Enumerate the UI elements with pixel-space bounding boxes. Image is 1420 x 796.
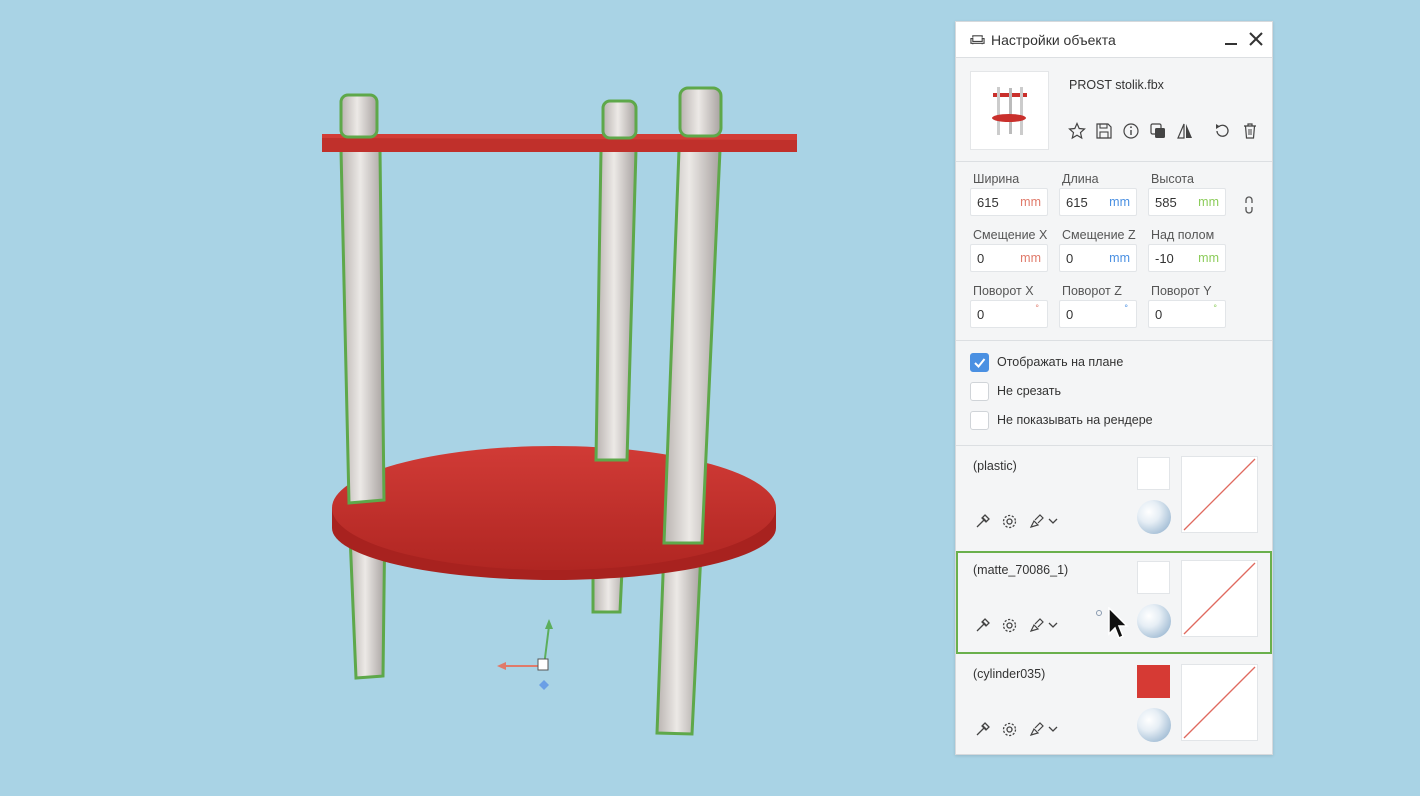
- mirror-icon[interactable]: [1176, 122, 1194, 140]
- material-name: (plastic): [973, 459, 1017, 473]
- offset-x-value: 0: [977, 251, 985, 266]
- lower-shelf: [332, 446, 776, 580]
- height-label: Высота: [1151, 172, 1194, 186]
- rotation-z-unit: °: [1124, 303, 1128, 313]
- rotation-z-label: Поворот Z: [1062, 284, 1122, 298]
- material-name: (cylinder035): [973, 667, 1046, 681]
- height-field[interactable]: 585 mm: [1148, 188, 1226, 216]
- rotation-y-value: 0: [1155, 307, 1163, 322]
- check-icon: [974, 358, 986, 368]
- paint-brush-icon[interactable]: [1028, 513, 1045, 530]
- rotation-z-value: 0: [1066, 307, 1074, 322]
- length-field[interactable]: 615 mm: [1059, 188, 1137, 216]
- rotation-x-field[interactable]: 0 °: [970, 300, 1048, 328]
- material-texture-slot[interactable]: [1181, 664, 1258, 741]
- eyedropper-icon[interactable]: [974, 721, 991, 738]
- floor-offset-value: -10: [1155, 251, 1174, 266]
- width-field[interactable]: 615 mm: [970, 188, 1048, 216]
- offset-x-label: Смещение X: [973, 228, 1048, 242]
- paint-brush-icon[interactable]: [1028, 721, 1045, 738]
- no-cut-checkbox[interactable]: [970, 382, 989, 401]
- no-cut-label[interactable]: Не срезать: [997, 384, 1061, 398]
- height-unit: mm: [1198, 195, 1219, 209]
- paint-brush-icon[interactable]: [1028, 617, 1045, 634]
- gear-icon[interactable]: [1001, 513, 1018, 530]
- hide-on-render-checkbox[interactable]: [970, 411, 989, 430]
- material-color-swatch[interactable]: [1137, 665, 1170, 698]
- offset-z-unit: mm: [1109, 251, 1130, 265]
- minimize-icon[interactable]: [1222, 30, 1240, 48]
- dimensions-section: Ширина 615 mm Длина 615 mm Высота 585 mm…: [956, 162, 1272, 341]
- chevron-down-icon[interactable]: [1048, 517, 1058, 525]
- panel-title: Настройки объекта: [991, 31, 1116, 48]
- rotation-z-field[interactable]: 0 °: [1059, 300, 1137, 328]
- reset-icon[interactable]: [1213, 122, 1231, 140]
- offset-z-field[interactable]: 0 mm: [1059, 244, 1137, 272]
- hide-on-render-label[interactable]: Не показывать на рендере: [997, 413, 1153, 427]
- offset-z-value: 0: [1066, 251, 1074, 266]
- material-texture-slot[interactable]: [1181, 560, 1258, 637]
- mouse-cursor-icon: [1108, 607, 1129, 640]
- width-label: Ширина: [973, 172, 1020, 186]
- offset-z-label: Смещение Z: [1062, 228, 1136, 242]
- eyedropper-icon[interactable]: [974, 617, 991, 634]
- material-color-swatch[interactable]: [1137, 561, 1170, 594]
- model-thumbnail: [970, 71, 1049, 150]
- gear-icon[interactable]: [1001, 721, 1018, 738]
- rotation-y-field[interactable]: 0 °: [1148, 300, 1226, 328]
- show-on-plan-label[interactable]: Отображать на плане: [997, 355, 1123, 369]
- material-sphere-preview[interactable]: [1137, 604, 1171, 638]
- length-label: Длина: [1062, 172, 1099, 186]
- top-board: [322, 134, 797, 152]
- options-section: Отображать на плане Не срезать Не показы…: [956, 341, 1272, 446]
- offset-x-field[interactable]: 0 mm: [970, 244, 1048, 272]
- material-sphere-preview[interactable]: [1137, 708, 1171, 742]
- rotation-x-value: 0: [977, 307, 985, 322]
- duplicate-icon[interactable]: [1149, 122, 1167, 140]
- file-block: PROST stolik.fbx: [956, 58, 1272, 162]
- info-icon[interactable]: [1122, 122, 1140, 140]
- proportion-lock-icon[interactable]: [1243, 196, 1255, 214]
- rotation-y-unit: °: [1213, 303, 1217, 313]
- width-value: 615: [977, 195, 999, 210]
- eyedropper-icon[interactable]: [974, 513, 991, 530]
- close-icon[interactable]: [1247, 30, 1265, 48]
- offset-x-unit: mm: [1020, 251, 1041, 265]
- object-settings-panel: Настройки объекта PROST stolik.fbx Ширин…: [955, 21, 1273, 755]
- floor-offset-label: Над полом: [1151, 228, 1215, 242]
- floor-offset-unit: mm: [1198, 251, 1219, 265]
- save-icon[interactable]: [1095, 122, 1113, 140]
- chevron-down-icon[interactable]: [1048, 725, 1058, 733]
- file-name: PROST stolik.fbx: [1069, 78, 1164, 92]
- rotation-y-label: Поворот Y: [1151, 284, 1212, 298]
- material-row[interactable]: (cylinder035): [956, 655, 1272, 758]
- show-on-plan-checkbox[interactable]: [970, 353, 989, 372]
- material-name: (matte_70086_1): [973, 563, 1069, 577]
- leg-caps: [339, 86, 723, 140]
- rotation-x-label: Поворот X: [973, 284, 1034, 298]
- delete-icon[interactable]: [1241, 122, 1259, 140]
- height-value: 585: [1155, 195, 1177, 210]
- length-unit: mm: [1109, 195, 1130, 209]
- table-model[interactable]: [0, 0, 950, 796]
- material-color-swatch[interactable]: [1137, 457, 1170, 490]
- floor-offset-field[interactable]: -10 mm: [1148, 244, 1226, 272]
- gear-icon[interactable]: [1001, 617, 1018, 634]
- hover-dot: [1096, 610, 1102, 616]
- chevron-down-icon[interactable]: [1048, 621, 1058, 629]
- transform-gizmo[interactable]: [497, 619, 553, 690]
- panel-header: Настройки объекта: [956, 22, 1272, 58]
- sofa-icon: [970, 35, 985, 45]
- material-texture-slot[interactable]: [1181, 456, 1258, 533]
- material-row[interactable]: (plastic): [956, 447, 1272, 550]
- width-unit: mm: [1020, 195, 1041, 209]
- length-value: 615: [1066, 195, 1088, 210]
- star-icon[interactable]: [1068, 122, 1086, 140]
- material-sphere-preview[interactable]: [1137, 500, 1171, 534]
- rotation-x-unit: °: [1035, 303, 1039, 313]
